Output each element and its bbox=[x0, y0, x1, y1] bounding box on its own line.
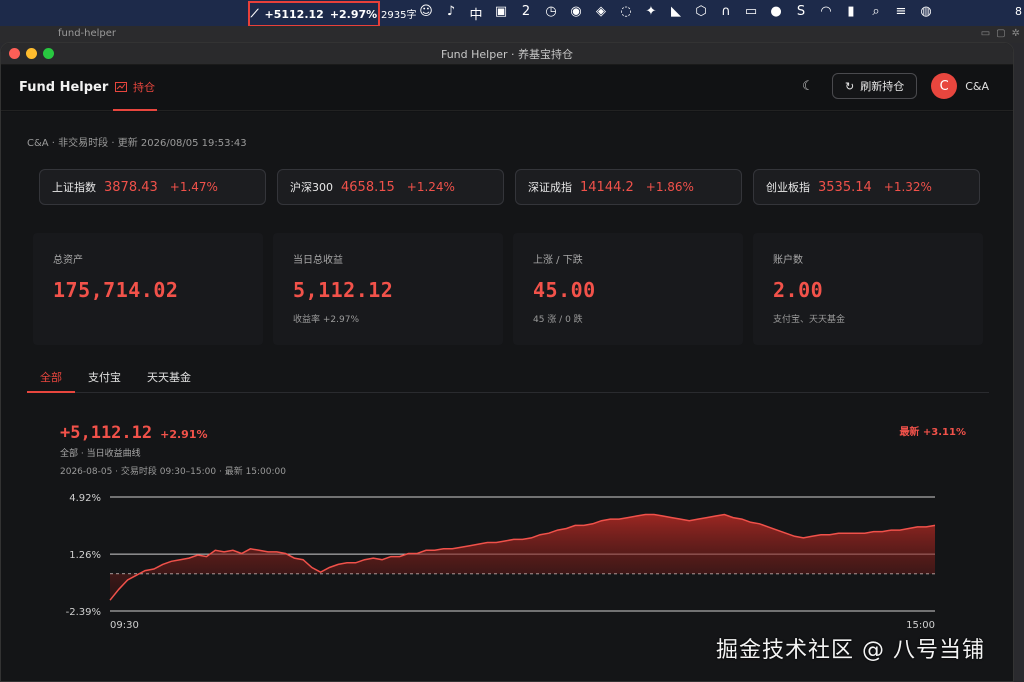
profit-area bbox=[110, 514, 935, 601]
y-tick-label: 4.92% bbox=[69, 493, 101, 504]
profit-curve-chart[interactable]: 4.92% 1.26% -2.39% 09:30 15:00 bbox=[0, 0, 1024, 682]
y-tick-label: -2.39% bbox=[66, 607, 101, 618]
x-tick-label: 09:30 bbox=[110, 620, 139, 631]
watermark-text: 掘金技术社区 @ 八号当铺 bbox=[716, 638, 985, 663]
y-tick-label: 1.26% bbox=[69, 550, 101, 561]
x-tick-label: 15:00 bbox=[906, 620, 935, 631]
